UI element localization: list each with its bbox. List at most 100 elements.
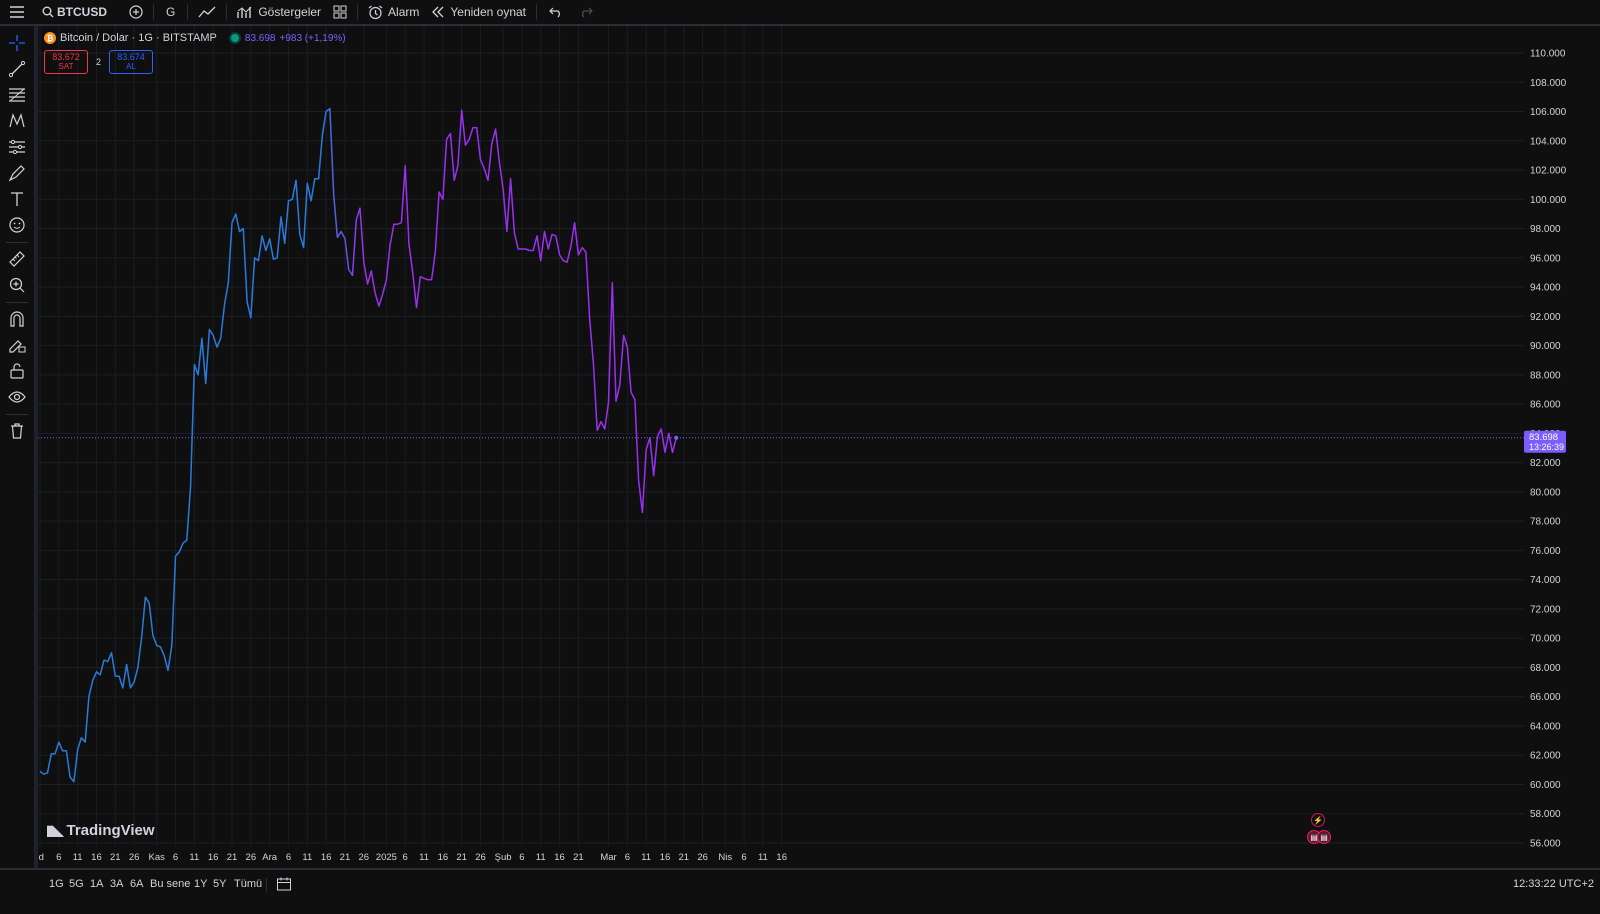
time-tick-label: 16: [554, 852, 565, 863]
interval-button[interactable]: G: [158, 0, 183, 24]
legend-change: +983 (+1,19%): [279, 32, 346, 44]
range-ytd[interactable]: Bu sene: [150, 878, 190, 890]
countdown-value: 13:26:39: [1529, 442, 1564, 452]
clock-timezone[interactable]: 12:33:22 UTC+2: [1513, 878, 1594, 890]
ruler-tool[interactable]: [6, 248, 28, 270]
undo-icon: [549, 7, 560, 18]
time-tick-label: 16: [91, 852, 102, 863]
symbol-search-button[interactable]: BTCUSD: [34, 0, 115, 24]
lock-tool[interactable]: [6, 360, 28, 382]
time-tick-label: 21: [456, 852, 467, 863]
crosshair-icon: [9, 35, 25, 51]
lightning-event-icon[interactable]: ⚡: [1311, 813, 1325, 827]
chart-pane[interactable]: 110.000 108.000 106.000 104.000 102.000 100.0…: [38, 26, 1600, 884]
grid-icon: [333, 5, 347, 19]
range-1y[interactable]: 1Y: [194, 878, 207, 890]
time-tick-label: 6: [519, 852, 524, 863]
redo-button[interactable]: [571, 0, 601, 24]
brush-icon: [8, 165, 25, 182]
magnet-icon: [10, 311, 24, 327]
crosshair-tool[interactable]: [6, 32, 28, 54]
compare-button[interactable]: [123, 0, 149, 24]
sell-label: SAT: [58, 62, 74, 71]
alarm-clock-icon: [368, 5, 383, 19]
pencil-lock-icon: [9, 340, 26, 353]
range-all[interactable]: Tümü: [234, 878, 262, 890]
time-tick-label: 26: [697, 852, 708, 863]
price-tick-label: 104.000: [1530, 136, 1567, 147]
drawing-toolbar: [0, 26, 38, 884]
indicators-icon: [237, 6, 252, 18]
time-tick-label: 6: [741, 852, 746, 863]
legend-price: 83.698: [244, 32, 276, 44]
pattern-tool[interactable]: [6, 110, 28, 132]
buy-button[interactable]: 83.674 AL: [109, 50, 154, 74]
range-1d[interactable]: 1G: [49, 878, 64, 890]
toolbar-divider: [6, 302, 28, 303]
tradingview-logo[interactable]: ▮◣ TradingView: [46, 822, 155, 839]
price-tick-label: 64.000: [1530, 721, 1561, 732]
undo-button[interactable]: [541, 0, 571, 24]
text-icon: [11, 192, 23, 206]
time-tick-label: 16: [208, 852, 219, 863]
indicators-button[interactable]: Göstergeler: [231, 0, 327, 24]
range-1m[interactable]: 1A: [90, 878, 103, 890]
alert-button[interactable]: Alarm: [362, 0, 425, 24]
time-tick-label: 21: [227, 852, 238, 863]
indicators-label: Göstergeler: [258, 5, 322, 19]
chart-type-button[interactable]: [192, 0, 222, 24]
ruler-icon: [9, 251, 25, 267]
price-tick-label: 100.000: [1530, 195, 1567, 206]
text-tool[interactable]: [6, 188, 28, 210]
time-tick-label: 2025: [376, 852, 397, 863]
trend-line-tool[interactable]: [6, 58, 28, 80]
time-tick-label: 11: [419, 852, 429, 863]
range-5d[interactable]: 5G: [69, 878, 84, 890]
emoji-tool[interactable]: [6, 214, 28, 236]
spread-value: 2: [96, 57, 102, 67]
range-3m[interactable]: 3A: [110, 878, 123, 890]
go-to-date-button[interactable]: [276, 876, 292, 895]
menu-button[interactable]: [0, 0, 34, 24]
bitcoin-logo-icon: ₿: [44, 32, 56, 44]
time-tick-label: 16: [776, 852, 787, 863]
price-chart[interactable]: 110.000 108.000 106.000 104.000 102.000 100.0…: [38, 26, 1600, 868]
price-tick-label: 98.000: [1530, 224, 1561, 235]
toolbar-divider: [536, 4, 538, 20]
price-tick-label: 82.000: [1530, 458, 1561, 469]
fib-tool[interactable]: [6, 84, 28, 106]
keep-drawing-tool[interactable]: [6, 334, 28, 356]
bottom-toolbar: 1G 5G 1A 3A 6A Bu sene 1Y 5Y Tümü 12:33:…: [0, 868, 1600, 914]
lock-icon: [10, 363, 24, 379]
symbol-label: BTCUSD: [57, 5, 107, 19]
series-legend[interactable]: ₿ Bitcoin / Dolar · 1G · BITSTAMP 83.698…: [44, 32, 346, 44]
zoom-tool[interactable]: [6, 274, 28, 296]
projection-tool[interactable]: [6, 136, 28, 158]
layouts-button[interactable]: [327, 0, 353, 24]
remove-drawings-tool[interactable]: [6, 420, 28, 442]
replay-button[interactable]: Yeniden oynat: [425, 0, 532, 24]
toolbar-divider: [6, 242, 28, 243]
rewind-icon: [432, 6, 444, 18]
pattern-icon: [9, 113, 25, 128]
time-tick-label: 26: [359, 852, 370, 863]
time-tick-label: Nis: [718, 852, 732, 863]
brush-tool[interactable]: [6, 162, 28, 184]
time-tick-label: 16: [438, 852, 449, 863]
range-5y[interactable]: 5Y: [213, 878, 226, 890]
visibility-tool[interactable]: [6, 386, 28, 408]
time-tick-label: 21: [679, 852, 690, 863]
time-tick-label: 6: [286, 852, 291, 863]
price-tick-label: 66.000: [1530, 692, 1561, 703]
us-flag-event-icon[interactable]: ▤: [1317, 830, 1331, 844]
symbol-title: Bitcoin / Dolar · 1G · BITSTAMP: [60, 32, 217, 44]
time-tick-label: Kas: [149, 852, 166, 863]
sell-button[interactable]: 83.672 SAT: [44, 50, 88, 74]
magnet-tool[interactable]: [6, 308, 28, 330]
time-axis[interactable]: ıd 6 11 16 21 26 Kas 6 11 16 21 26 Ara 6 11 16 21 26 2025 6…: [38, 852, 787, 863]
time-tick-label: 6: [403, 852, 408, 863]
price-tick-label: 90.000: [1530, 341, 1561, 352]
range-6m[interactable]: 6A: [130, 878, 143, 890]
toolbar-divider: [6, 414, 28, 415]
price-tick-label: 70.000: [1530, 634, 1561, 645]
